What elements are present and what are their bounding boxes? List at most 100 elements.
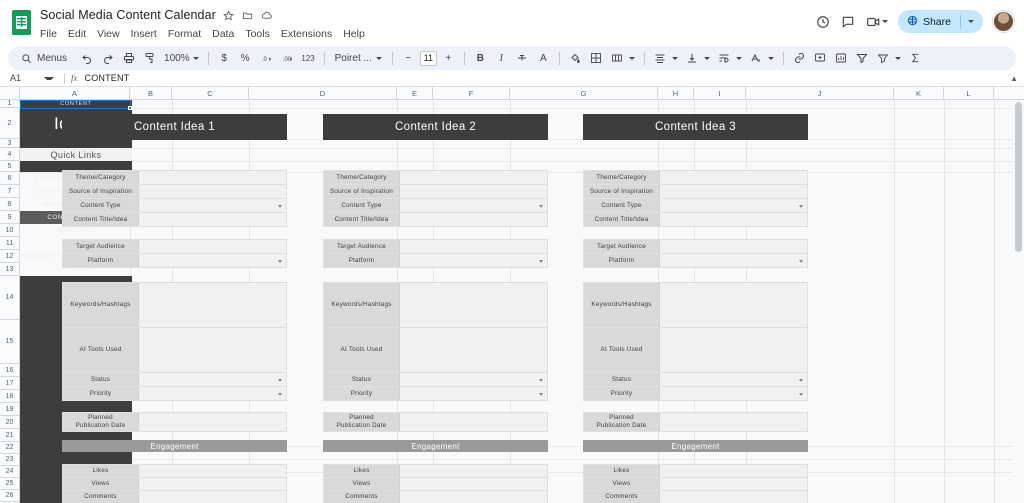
input-source-of-inspiration[interactable] <box>400 185 547 198</box>
halign-chevron-down-icon[interactable] <box>671 56 678 60</box>
menu-insert[interactable]: Insert <box>131 28 157 40</box>
input-ai-tools-used[interactable] <box>400 328 547 372</box>
merge-chevron-down-icon[interactable] <box>628 56 635 60</box>
input-theme-category[interactable] <box>400 171 547 184</box>
column-header-c[interactable]: C <box>172 87 249 99</box>
row-header-2[interactable]: 2 <box>0 108 19 139</box>
input-theme-category[interactable] <box>660 171 807 184</box>
insert-comment-icon[interactable] <box>811 49 830 68</box>
column-header-l[interactable]: L <box>944 87 994 99</box>
input-content-title-idea[interactable] <box>139 213 286 226</box>
formula-input[interactable]: CONTENT <box>85 73 130 83</box>
number-format-button[interactable]: 123 <box>299 49 318 68</box>
text-wrap-icon[interactable] <box>715 49 734 68</box>
dropdown-status[interactable] <box>660 373 807 386</box>
star-icon[interactable] <box>223 9 235 21</box>
history-icon[interactable] <box>816 14 831 29</box>
horizontal-align-icon[interactable] <box>651 49 670 68</box>
vertical-scrollbar[interactable] <box>1013 100 1024 503</box>
meet-button[interactable] <box>866 14 888 29</box>
menu-view[interactable]: View <box>97 28 120 40</box>
rotation-chevron-down-icon[interactable] <box>767 56 774 60</box>
valign-chevron-down-icon[interactable] <box>703 56 710 60</box>
input-comments[interactable] <box>660 491 807 503</box>
dropdown-platform[interactable] <box>139 254 286 267</box>
insert-chart-icon[interactable] <box>832 49 851 68</box>
document-title[interactable]: Social Media Content Calendar <box>40 8 216 22</box>
input-source-of-inspiration[interactable] <box>660 185 807 198</box>
select-all-corner[interactable] <box>0 87 20 99</box>
sheet-canvas[interactable]: CONTENT Ideas Quick Links CUSTOMIZATION … <box>20 100 1024 503</box>
input-planned-publication-date[interactable] <box>660 413 807 431</box>
dropdown-priority[interactable] <box>660 387 807 400</box>
input-ai-tools-used[interactable] <box>660 328 807 372</box>
row-header-12[interactable]: 12 <box>0 250 19 263</box>
filter-views-icon[interactable] <box>874 49 893 68</box>
paint-format-icon[interactable] <box>140 49 159 68</box>
input-target-audience[interactable] <box>400 240 547 253</box>
borders-icon[interactable] <box>587 49 606 68</box>
increase-font-size-button[interactable]: + <box>439 49 458 68</box>
input-source-of-inspiration[interactable] <box>139 185 286 198</box>
input-views[interactable] <box>400 478 547 490</box>
row-header-18[interactable]: 18 <box>0 390 19 403</box>
dropdown-status[interactable] <box>139 373 286 386</box>
column-header-h[interactable]: H <box>658 87 694 99</box>
name-box[interactable]: A1 <box>6 73 58 83</box>
undo-icon[interactable] <box>77 49 96 68</box>
wrap-chevron-down-icon[interactable] <box>735 56 742 60</box>
row-header-3[interactable]: 3 <box>0 139 19 148</box>
comment-icon[interactable] <box>841 14 856 29</box>
row-header-23[interactable]: 23 <box>0 454 19 466</box>
menu-format[interactable]: Format <box>168 28 201 40</box>
functions-icon[interactable] <box>906 49 925 68</box>
input-likes[interactable] <box>139 465 286 477</box>
row-header-19[interactable]: 19 <box>0 403 19 416</box>
vertical-scroll-thumb[interactable] <box>1015 102 1022 252</box>
menu-tools[interactable]: Tools <box>245 28 270 40</box>
row-header-26[interactable]: 26 <box>0 490 19 502</box>
vertical-align-icon[interactable] <box>683 49 702 68</box>
column-header-i[interactable]: I <box>694 87 746 99</box>
menu-extensions[interactable]: Extensions <box>281 28 332 40</box>
meet-icon[interactable] <box>866 14 881 29</box>
menu-file[interactable]: File <box>40 28 57 40</box>
row-header-22[interactable]: 22 <box>0 442 19 454</box>
cloud-saved-icon[interactable] <box>261 9 273 21</box>
input-comments[interactable] <box>400 491 547 503</box>
row-header-24[interactable]: 24 <box>0 466 19 478</box>
decrease-decimal-icon[interactable]: .0 <box>257 49 276 68</box>
chevron-down-icon[interactable] <box>881 20 888 23</box>
row-header-9[interactable]: 9 <box>0 211 19 224</box>
zoom-control[interactable]: 100% <box>161 53 202 64</box>
row-header-7[interactable]: 7 <box>0 185 19 198</box>
functions-fx-icon[interactable]: fx <box>71 73 78 83</box>
input-planned-publication-date[interactable] <box>400 413 547 431</box>
input-likes[interactable] <box>660 465 807 477</box>
font-family-selector[interactable]: Poiret ... <box>331 53 386 64</box>
row-header-5[interactable]: 5 <box>0 161 19 172</box>
row-header-10[interactable]: 10 <box>0 224 19 237</box>
menu-edit[interactable]: Edit <box>68 28 86 40</box>
dropdown-status[interactable] <box>400 373 547 386</box>
input-keywords-hashtags[interactable] <box>660 283 807 327</box>
column-header-g[interactable]: G <box>510 87 658 99</box>
dropdown-priority[interactable] <box>400 387 547 400</box>
input-views[interactable] <box>660 478 807 490</box>
row-header-17[interactable]: 17 <box>0 377 19 390</box>
dropdown-platform[interactable] <box>660 254 807 267</box>
decrease-font-size-button[interactable]: − <box>399 49 418 68</box>
filter-chevron-down-icon[interactable] <box>894 56 901 60</box>
input-comments[interactable] <box>139 491 286 503</box>
chevron-down-icon[interactable] <box>44 76 54 80</box>
input-ai-tools-used[interactable] <box>139 328 286 372</box>
row-header-11[interactable]: 11 <box>0 237 19 250</box>
text-color-button[interactable]: A <box>534 49 553 68</box>
merge-cells-icon[interactable] <box>608 49 627 68</box>
row-header-4[interactable]: 4 <box>0 148 19 161</box>
input-content-title-idea[interactable] <box>400 213 547 226</box>
redo-icon[interactable] <box>98 49 117 68</box>
column-header-b[interactable]: B <box>130 87 172 99</box>
strikethrough-icon[interactable] <box>513 49 532 68</box>
fill-color-icon[interactable] <box>566 49 585 68</box>
